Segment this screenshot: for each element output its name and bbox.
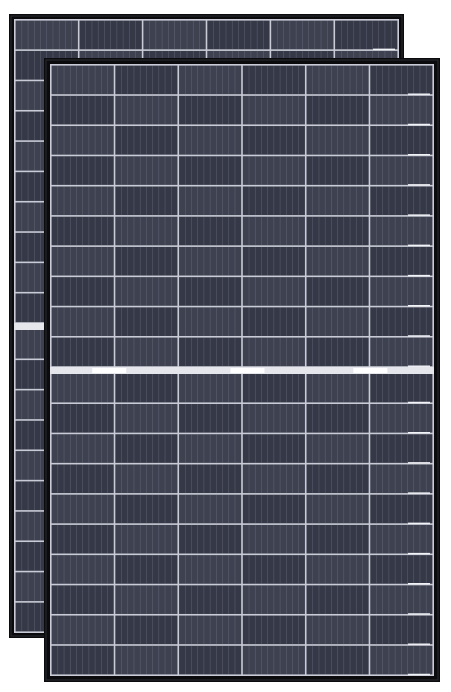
junction-highlight [353,368,388,373]
junction-highlight [230,368,265,373]
front-solar-panel [44,58,440,682]
junction-highlight [92,368,127,373]
solar-panels-photo [0,0,451,692]
